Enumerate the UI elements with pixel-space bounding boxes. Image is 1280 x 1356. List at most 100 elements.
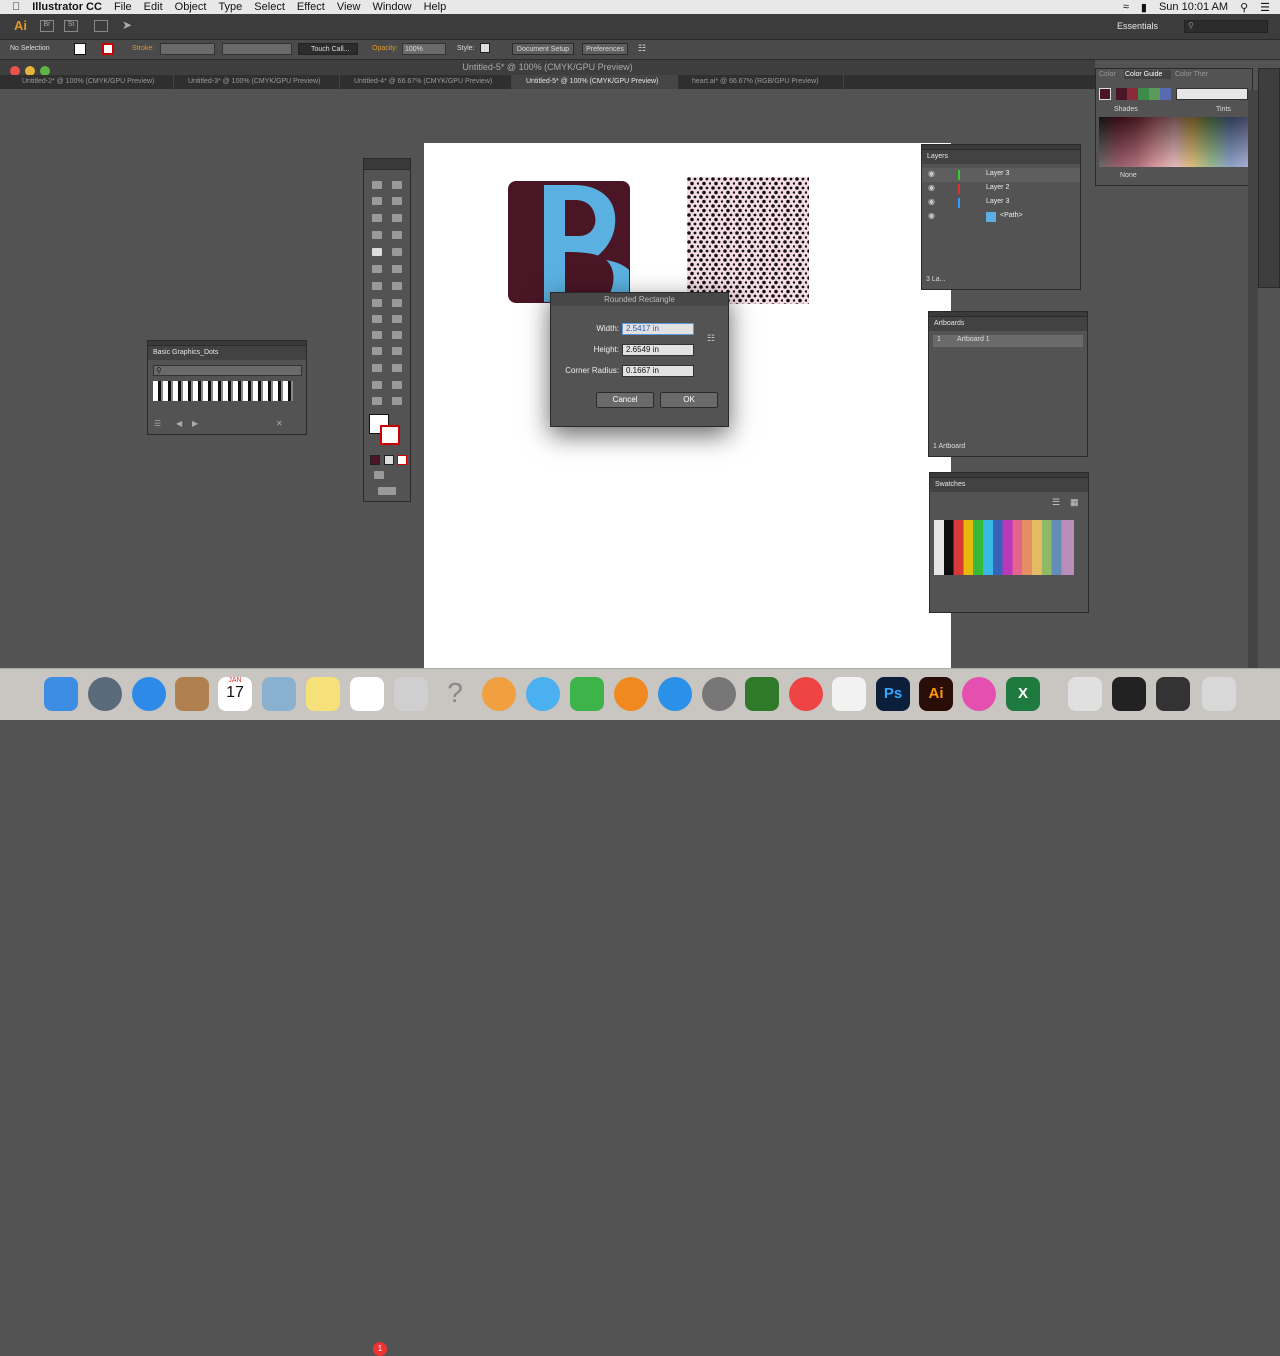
search-stock-input[interactable]: ⚲	[1184, 20, 1268, 33]
cancel-button[interactable]: Cancel	[596, 392, 654, 408]
safari-icon[interactable]	[132, 677, 166, 711]
apple-icon[interactable]: 	[12, 1, 20, 13]
swatch-grid[interactable]	[934, 520, 1074, 575]
system-preferences-icon[interactable]	[702, 677, 736, 711]
rounded-rectangle-tool-icon[interactable]	[372, 248, 382, 256]
preferences-button[interactable]: Preferences	[582, 43, 628, 55]
magic-wand-tool-icon[interactable]	[372, 197, 382, 205]
tab-heart[interactable]: heart.ai* @ 66.67% (RGB/GPU Preview)	[678, 75, 844, 89]
width-input[interactable]: 2.5417 in	[622, 323, 694, 335]
list-view-icon[interactable]: ☰	[1052, 497, 1060, 508]
pen-tool-icon[interactable]	[372, 214, 382, 222]
scale-tool-icon[interactable]	[392, 282, 402, 290]
lasso-tool-icon[interactable]	[392, 197, 402, 205]
visibility-eye-icon[interactable]: ◉	[928, 197, 935, 206]
camtasia-icon[interactable]	[745, 677, 779, 711]
rotate-tool-icon[interactable]	[372, 282, 382, 290]
direct-selection-tool-icon[interactable]	[392, 181, 402, 189]
battery-icon[interactable]: ▮	[1141, 1, 1147, 14]
tab-color-guide[interactable]: Color Guide	[1124, 70, 1171, 79]
opacity-label[interactable]: Opacity:	[372, 45, 398, 52]
gpu-rocket-icon[interactable]: ➤	[122, 18, 132, 32]
none-mode-box[interactable]	[397, 455, 407, 465]
layer-name[interactable]: Layer 3	[986, 170, 1009, 177]
facetime-icon[interactable]	[570, 677, 604, 711]
calendar-icon[interactable]: JAN 17	[218, 677, 252, 711]
base-color-swatch[interactable]	[1099, 88, 1111, 100]
fill-swatch[interactable]	[74, 43, 86, 55]
stock-icon[interactable]: St	[64, 20, 78, 32]
visibility-eye-icon[interactable]: ◉	[928, 211, 935, 220]
menu-file[interactable]: File	[114, 1, 132, 13]
tab-untitled-2[interactable]: Untitled-2* @ 100% (CMYK/GPU Preview)	[8, 75, 174, 89]
selection-tool-icon[interactable]	[372, 181, 382, 189]
layer-row-3[interactable]: ◉ Layer 3	[922, 196, 1080, 210]
thumbnail-view-icon[interactable]: ▦	[1070, 497, 1079, 508]
document-setup-button[interactable]: Document Setup	[512, 43, 574, 55]
launchpad-icon[interactable]	[88, 677, 122, 711]
free-transform-tool-icon[interactable]	[392, 299, 402, 307]
layer-row-path[interactable]: ◉ <Path>	[922, 210, 1080, 224]
layers-title[interactable]: Layers	[922, 150, 1080, 164]
pattern-swatch-grid[interactable]	[153, 381, 293, 401]
visibility-eye-icon[interactable]: ◉	[928, 169, 935, 178]
layer-name[interactable]: Layer 3	[986, 198, 1009, 205]
notes-icon[interactable]	[306, 677, 340, 711]
next-library-icon[interactable]: ▶	[192, 419, 198, 428]
help-icon[interactable]: ?	[438, 677, 472, 711]
gradient-mode-box[interactable]	[384, 455, 394, 465]
perspective-grid-tool-icon[interactable]	[392, 315, 402, 323]
artboard-tool-icon[interactable]	[372, 381, 382, 389]
notification-icon[interactable]: ☰	[1260, 1, 1270, 14]
type-tool-icon[interactable]	[372, 231, 382, 239]
tab-color[interactable]: Color	[1099, 71, 1116, 78]
height-input[interactable]: 2.6549 in	[622, 344, 694, 356]
basic-graphics-dots-title[interactable]: Basic Graphics_Dots	[148, 346, 306, 360]
slice-tool-icon[interactable]	[392, 381, 402, 389]
menubar-clock[interactable]: Sun 10:01 AM	[1159, 1, 1228, 13]
draw-mode-icon[interactable]	[374, 471, 384, 479]
variable-width-field[interactable]	[222, 43, 292, 55]
menu-window[interactable]: Window	[372, 1, 411, 13]
swatch-search-input[interactable]: ⚲	[153, 365, 302, 376]
line-tool-icon[interactable]	[392, 231, 402, 239]
shape-builder-tool-icon[interactable]	[372, 315, 382, 323]
harmony-colors-strip[interactable]	[1116, 88, 1171, 100]
excel-icon[interactable]: X	[1006, 677, 1040, 711]
layer-name[interactable]: Layer 2	[986, 184, 1009, 191]
eraser-tool-icon[interactable]	[392, 265, 402, 273]
menu-view[interactable]: View	[337, 1, 361, 13]
shades-tints-grid[interactable]	[1099, 117, 1249, 167]
menu-object[interactable]: Object	[175, 1, 207, 13]
stroke-swatch[interactable]	[102, 43, 114, 55]
menu-effect[interactable]: Effect	[297, 1, 325, 13]
tab-untitled-4[interactable]: Untitled-4* @ 66.67% (CMYK/GPU Preview)	[340, 75, 512, 89]
column-graph-tool-icon[interactable]	[392, 364, 402, 372]
textedit-icon[interactable]	[832, 677, 866, 711]
finder-icon[interactable]	[44, 677, 78, 711]
corner-radius-input[interactable]: 0.1667 in	[622, 365, 694, 377]
constrain-proportions-icon[interactable]: ☷	[707, 333, 715, 344]
screenshot-stack-icon[interactable]	[1112, 677, 1146, 711]
gradient-tool-icon[interactable]	[392, 331, 402, 339]
artboards-title[interactable]: Artboards	[929, 317, 1087, 331]
tab-untitled-5[interactable]: Untitled-5* @ 100% (CMYK/GPU Preview)	[512, 75, 678, 89]
illustrator-icon[interactable]: Ai	[919, 677, 953, 711]
photo-booth-icon[interactable]	[394, 677, 428, 711]
layer-row-1[interactable]: ◉ Layer 3	[922, 168, 1080, 182]
layer-row-2[interactable]: ◉ Layer 2	[922, 182, 1080, 196]
itunes-icon[interactable]	[962, 677, 996, 711]
menu-help[interactable]: Help	[424, 1, 447, 13]
ibooks-icon[interactable]	[614, 677, 648, 711]
photos-icon[interactable]	[482, 677, 516, 711]
app-menu[interactable]: Illustrator CC	[32, 1, 102, 13]
paintbrush-tool-icon[interactable]	[392, 248, 402, 256]
style-swatch[interactable]	[480, 43, 490, 53]
close-library-icon[interactable]: ✕	[276, 419, 283, 428]
bridge-icon[interactable]: Br	[40, 20, 54, 32]
messages-icon[interactable]	[526, 677, 560, 711]
symbol-sprayer-tool-icon[interactable]	[372, 364, 382, 372]
artboard-name[interactable]: Artboard 1	[957, 336, 990, 343]
trash-icon[interactable]	[1202, 677, 1236, 711]
stroke-color-box[interactable]	[380, 425, 400, 445]
